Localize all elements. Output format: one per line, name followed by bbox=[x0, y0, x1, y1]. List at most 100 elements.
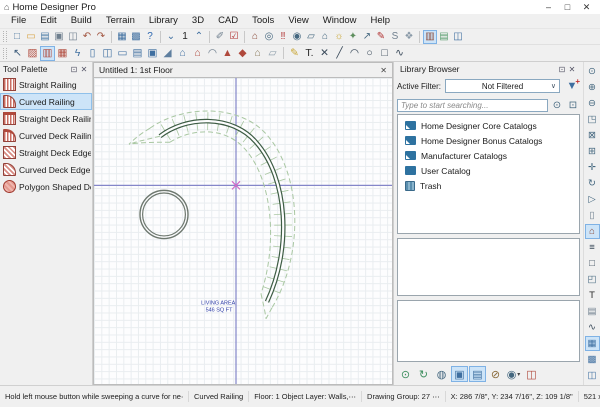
menu-help[interactable]: Help bbox=[364, 14, 398, 28]
open-folder-button[interactable]: ▭ bbox=[24, 30, 38, 44]
overview-button[interactable]: ⌂ bbox=[318, 30, 332, 44]
tree-item-trash[interactable]: Trash bbox=[398, 178, 579, 193]
library-browser-toggle-button[interactable]: ▥ bbox=[423, 30, 437, 44]
menu-terrain[interactable]: Terrain bbox=[99, 14, 142, 28]
record-camera-button[interactable]: ◉ bbox=[290, 30, 304, 44]
tree-view-button[interactable]: ▣ bbox=[451, 366, 468, 382]
palette-item-curved-railing[interactable]: Curved Railing bbox=[0, 93, 92, 110]
floor-down-button[interactable]: ⌄ bbox=[164, 30, 178, 44]
point-to-point-button[interactable]: ↗ bbox=[360, 30, 374, 44]
toolbar-grip[interactable] bbox=[3, 48, 7, 59]
page-zoom-button[interactable]: ◰ bbox=[585, 272, 600, 287]
preview-options-button[interactable]: ◉▾ bbox=[505, 366, 522, 382]
floor-up-button[interactable]: ⌃ bbox=[192, 30, 206, 44]
help-button[interactable]: ? bbox=[143, 30, 157, 44]
box-tool-button[interactable]: □ bbox=[377, 46, 392, 61]
floor-indicator[interactable]: 1 bbox=[178, 30, 192, 44]
zoom-in-button[interactable]: ⊕ bbox=[585, 80, 600, 95]
palette-item-curved-deck-railing[interactable]: Curved Deck Railing bbox=[0, 127, 92, 144]
redo-button[interactable]: ↷ bbox=[94, 30, 108, 44]
spline-tool-button[interactable]: ∿ bbox=[392, 46, 407, 61]
page-setup-button[interactable]: ▯ bbox=[585, 208, 600, 223]
spline-curve-tool-button[interactable]: ∿ bbox=[585, 320, 600, 335]
search-preview-icon[interactable]: ⊡ bbox=[566, 98, 580, 112]
select-objects-button[interactable]: ↖ bbox=[10, 46, 25, 61]
zoom-out-button[interactable]: ⊖ bbox=[585, 96, 600, 111]
deck-railing-tool-button[interactable]: ▦ bbox=[55, 46, 70, 61]
pin-icon[interactable]: ⊡ bbox=[69, 65, 79, 74]
menu-edit[interactable]: Edit bbox=[33, 14, 63, 28]
cross-marker-tool-button[interactable]: ✕ bbox=[317, 46, 332, 61]
spray-render-button[interactable]: ✦ bbox=[346, 30, 360, 44]
dormer-tool-button[interactable]: ⌂ bbox=[250, 46, 265, 61]
menu-view[interactable]: View bbox=[281, 14, 315, 28]
filter-funnel-icon[interactable]: ▼+ bbox=[564, 80, 580, 92]
print-button[interactable]: ▣ bbox=[52, 30, 66, 44]
curved-railing-object[interactable] bbox=[160, 121, 283, 302]
foundation-tool-button[interactable]: ▲ bbox=[220, 46, 235, 61]
arch-tool-button[interactable]: ◠ bbox=[205, 46, 220, 61]
curve-tool-button[interactable]: S bbox=[388, 30, 402, 44]
maximize-button[interactable]: □ bbox=[558, 1, 577, 14]
roof-tool-button[interactable]: ◆ bbox=[235, 46, 250, 61]
library-search-input[interactable] bbox=[397, 99, 548, 112]
filter-dropdown[interactable]: Not Filtered ∨ bbox=[445, 79, 560, 93]
appliance-tool-button[interactable]: ▣ bbox=[145, 46, 160, 61]
sun-shadows-button[interactable]: ☼ bbox=[332, 30, 346, 44]
tree-item-user-catalog[interactable]: User Catalog bbox=[398, 163, 579, 178]
color-on-off-button[interactable]: ▦ bbox=[115, 30, 129, 44]
palette-item-curved-deck-edge[interactable]: Curved Deck Edge bbox=[0, 161, 92, 178]
menu-library[interactable]: Library bbox=[142, 14, 185, 28]
plan-canvas[interactable]: LIVING AREA 546 SQ FT bbox=[93, 78, 393, 385]
object-snap-button[interactable]: ◫ bbox=[585, 368, 600, 383]
undo-button[interactable]: ↶ bbox=[80, 30, 94, 44]
library-refresh-button[interactable]: ↻ bbox=[415, 366, 432, 382]
save-button[interactable]: ▤ bbox=[38, 30, 52, 44]
print-preview-button[interactable]: ◫ bbox=[66, 30, 80, 44]
no-preview-button[interactable]: ⊘ bbox=[487, 366, 504, 382]
swap-views-button[interactable]: ↻ bbox=[585, 176, 600, 191]
menu-cad[interactable]: CAD bbox=[211, 14, 245, 28]
grid-snap-button[interactable]: ▦ bbox=[585, 336, 600, 351]
project-browser-button[interactable]: ◫ bbox=[451, 30, 465, 44]
zoom-button[interactable]: ⊙ bbox=[585, 64, 600, 79]
pin-icon[interactable]: ⊡ bbox=[557, 65, 567, 74]
skylight-tool-button[interactable]: ▱ bbox=[265, 46, 280, 61]
rectangle-tool-button[interactable]: □ bbox=[585, 256, 600, 271]
window-tool-button[interactable]: ◫ bbox=[100, 46, 115, 61]
stairs-tool-button[interactable]: ◢ bbox=[160, 46, 175, 61]
home-view-button[interactable]: ⌂ bbox=[248, 30, 262, 44]
palette-item-straight-deck-railing[interactable]: Straight Deck Railing bbox=[0, 110, 92, 127]
text-tool[interactable]: T. bbox=[302, 46, 317, 61]
tree-item-manufacturer-catalogs[interactable]: Manufacturer Catalogs bbox=[398, 148, 579, 163]
library-search-button[interactable]: ⊙ bbox=[397, 366, 414, 382]
preferences-button[interactable]: ☑ bbox=[227, 30, 241, 44]
sloped-railing-button[interactable]: ▨ bbox=[25, 46, 40, 61]
door-tool-button[interactable]: ▯ bbox=[85, 46, 100, 61]
palette-item-polygon-shaped-deck[interactable]: Polygon Shaped Deck bbox=[0, 178, 92, 195]
menu-build[interactable]: Build bbox=[64, 14, 99, 28]
close-panel-icon[interactable]: ✕ bbox=[79, 65, 89, 74]
new-file-button[interactable]: □ bbox=[10, 30, 24, 44]
search-icon[interactable]: ⊙ bbox=[550, 98, 564, 112]
fill-building-button[interactable]: ⊞ bbox=[585, 144, 600, 159]
menu-file[interactable]: File bbox=[4, 14, 33, 28]
toolbar-grip[interactable] bbox=[3, 31, 7, 42]
wall-tool-button[interactable]: ▭ bbox=[115, 46, 130, 61]
library-update-button[interactable]: ◍ bbox=[433, 366, 450, 382]
camera-view-button[interactable]: ◎ bbox=[262, 30, 276, 44]
undo-zoom-button[interactable]: ◳ bbox=[585, 112, 600, 127]
angle-snap-button[interactable]: ▩ bbox=[585, 352, 600, 367]
pan-window-button[interactable]: ✛ bbox=[585, 160, 600, 175]
tree-item-home-designer-bonus-catalogs[interactable]: Home Designer Bonus Catalogs bbox=[398, 133, 579, 148]
adjust-tools-button[interactable]: ✐ bbox=[213, 30, 227, 44]
picture-file-button[interactable]: ▤ bbox=[437, 30, 451, 44]
fill-window-button[interactable]: ⊠ bbox=[585, 128, 600, 143]
line-tool-button[interactable]: ╱ bbox=[332, 46, 347, 61]
menu-3d[interactable]: 3D bbox=[185, 14, 211, 28]
details-view-button[interactable]: ▤ bbox=[469, 366, 486, 382]
tree-item-home-designer-core-catalogs[interactable]: Home Designer Core Catalogs bbox=[398, 118, 579, 133]
railing-tool-button[interactable]: ▥ bbox=[40, 46, 55, 61]
cabinet-tool-button[interactable]: ▤ bbox=[130, 46, 145, 61]
active-camera-button[interactable]: ⌂ bbox=[585, 224, 600, 239]
